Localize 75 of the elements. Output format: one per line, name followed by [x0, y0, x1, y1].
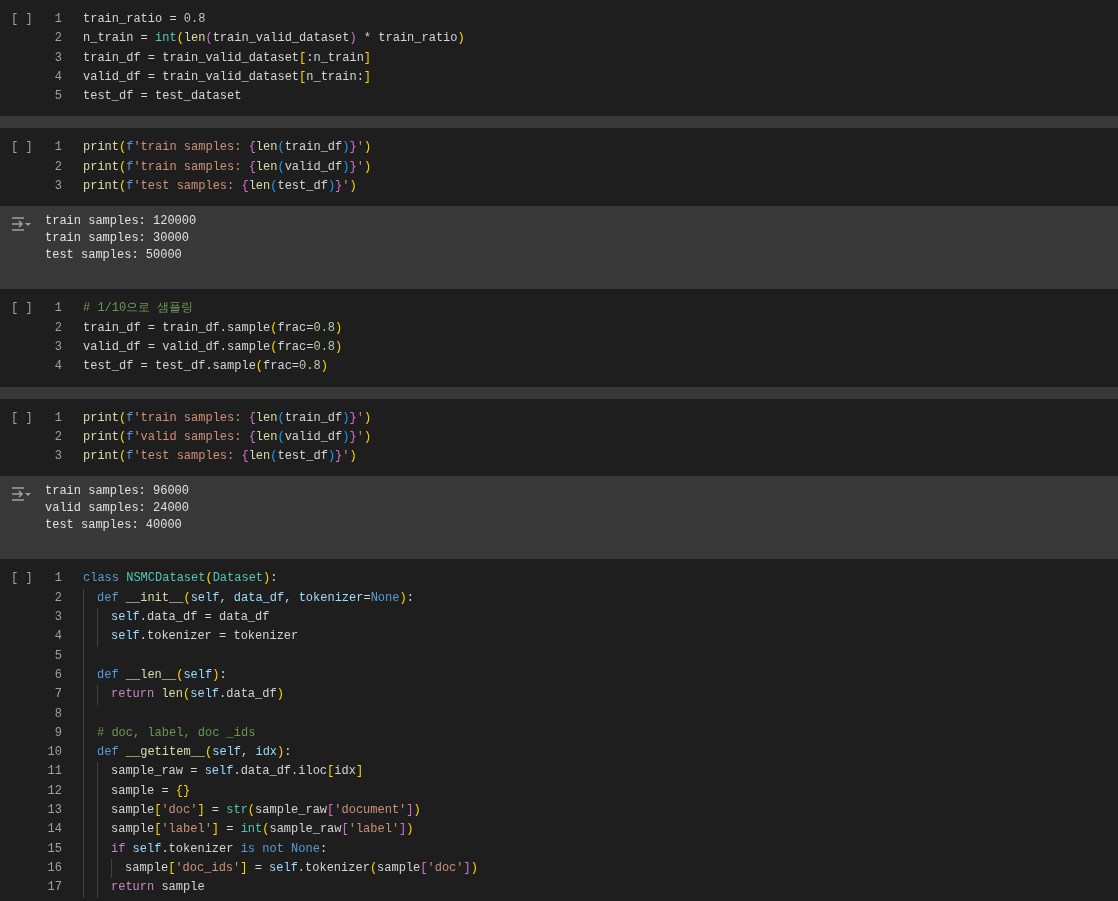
output-line: test samples: 40000: [45, 517, 183, 535]
code-line: return len(self.data_df): [111, 686, 284, 704]
line-number: 4: [53, 628, 62, 646]
code-line: sample['doc'] = str(sample_raw['document']): [111, 802, 421, 819]
code-line: def __getitem__(self, idx):: [97, 744, 292, 762]
code-line: sample_raw = self.data_df.iloc[idx]: [111, 763, 364, 781]
line-number: 11: [46, 763, 62, 781]
line-number: 5: [53, 647, 62, 665]
line-number: 8: [53, 705, 62, 723]
code-line: test_df = test_df.sample(frac=0.8): [83, 358, 328, 376]
line-number: 5: [53, 88, 62, 106]
line-number: 3: [53, 178, 62, 196]
code-line: print(f'train samples: {len(valid_df)}'): [83, 158, 372, 176]
code-line: test_df = test_dataset: [83, 88, 242, 106]
line-number: 2: [53, 319, 62, 337]
line-number: 14: [46, 821, 62, 839]
code-line: class NSMCDataset(Dataset):: [83, 570, 278, 588]
line-number: 15: [46, 840, 62, 858]
code-line: print(f'train samples: {len(train_df)}'): [83, 139, 372, 157]
output-toggle-icon[interactable]: [10, 215, 32, 234]
line-number: 2: [53, 428, 62, 446]
line-number: 13: [46, 802, 62, 819]
line-number: 2: [53, 30, 62, 48]
code-line: sample = {}: [111, 782, 191, 800]
line-number: 1: [53, 300, 62, 318]
line-number: 4: [53, 68, 62, 86]
code-line: n_train = int(len(train_valid_dataset) * train_ratio): [83, 30, 465, 48]
code-line: if self.tokenizer is not None:: [111, 840, 328, 858]
code-line: train_ratio = 0.8: [83, 11, 206, 28]
line-number: 3: [53, 49, 62, 67]
code-line: # 1/10으로 샘플링: [83, 300, 194, 318]
output-toggle-icon[interactable]: [10, 485, 32, 504]
run-cell-button[interactable]: [ ]: [11, 10, 33, 29]
code-line: print(f'test samples: {len(test_df)}'): [83, 448, 357, 466]
code-line: print(f'train samples: {len(train_df)}'): [83, 409, 372, 427]
code-line: train_df = train_df.sample(frac=0.8): [83, 319, 343, 337]
code-line: sample['label'] = int(sample_raw['label']): [111, 821, 414, 839]
line-number: 1: [53, 570, 62, 588]
code-line: valid_df = train_valid_dataset[n_train:]: [83, 68, 372, 86]
code-line: sample['doc_ids'] = self.tokenizer(sample['doc']): [125, 859, 478, 877]
output-line: train samples: 120000: [45, 213, 197, 231]
line-number: 10: [46, 744, 62, 762]
run-cell-button[interactable]: [ ]: [11, 138, 33, 158]
code-line: print(f'test samples: {len(test_df)}'): [83, 178, 357, 196]
code-line: self.data_df = data_df: [111, 609, 270, 627]
code-line: valid_df = valid_df.sample(frac=0.8): [83, 338, 343, 356]
code-line: def __len__(self):: [97, 666, 227, 684]
line-number: 3: [53, 338, 62, 356]
line-number: 3: [53, 609, 62, 627]
output-line: train samples: 96000: [45, 483, 190, 501]
line-number: 2: [53, 589, 62, 607]
code-line: self.tokenizer = tokenizer: [111, 628, 299, 646]
line-number: 1: [53, 409, 62, 427]
code-line: def __init__(self, data_df, tokenizer=None):: [97, 589, 414, 607]
code-line: print(f'valid samples: {len(valid_df)}'): [83, 428, 372, 446]
code-line: return sample: [111, 879, 205, 897]
line-number: 9: [53, 724, 62, 742]
line-number: 3: [53, 448, 62, 466]
code-line: train_df = train_valid_dataset[:n_train]: [83, 49, 372, 67]
line-number: 4: [53, 358, 62, 376]
line-number: 7: [53, 686, 62, 704]
output-line: valid samples: 24000: [45, 500, 190, 518]
line-number: 17: [46, 879, 62, 897]
line-number: 12: [46, 782, 62, 800]
run-cell-button[interactable]: [ ]: [11, 408, 33, 428]
run-cell-button[interactable]: [ ]: [11, 299, 33, 319]
line-number: 16: [46, 859, 62, 877]
output-line: test samples: 50000: [45, 247, 183, 265]
line-number: 2: [53, 158, 62, 176]
code-line: # doc, label, doc _ids: [97, 724, 256, 742]
output-line: train samples: 30000: [45, 230, 191, 248]
line-number: 1: [53, 11, 62, 28]
line-number: 1: [53, 139, 62, 157]
line-number: 6: [53, 666, 62, 684]
run-cell-button[interactable]: [ ]: [11, 569, 33, 589]
